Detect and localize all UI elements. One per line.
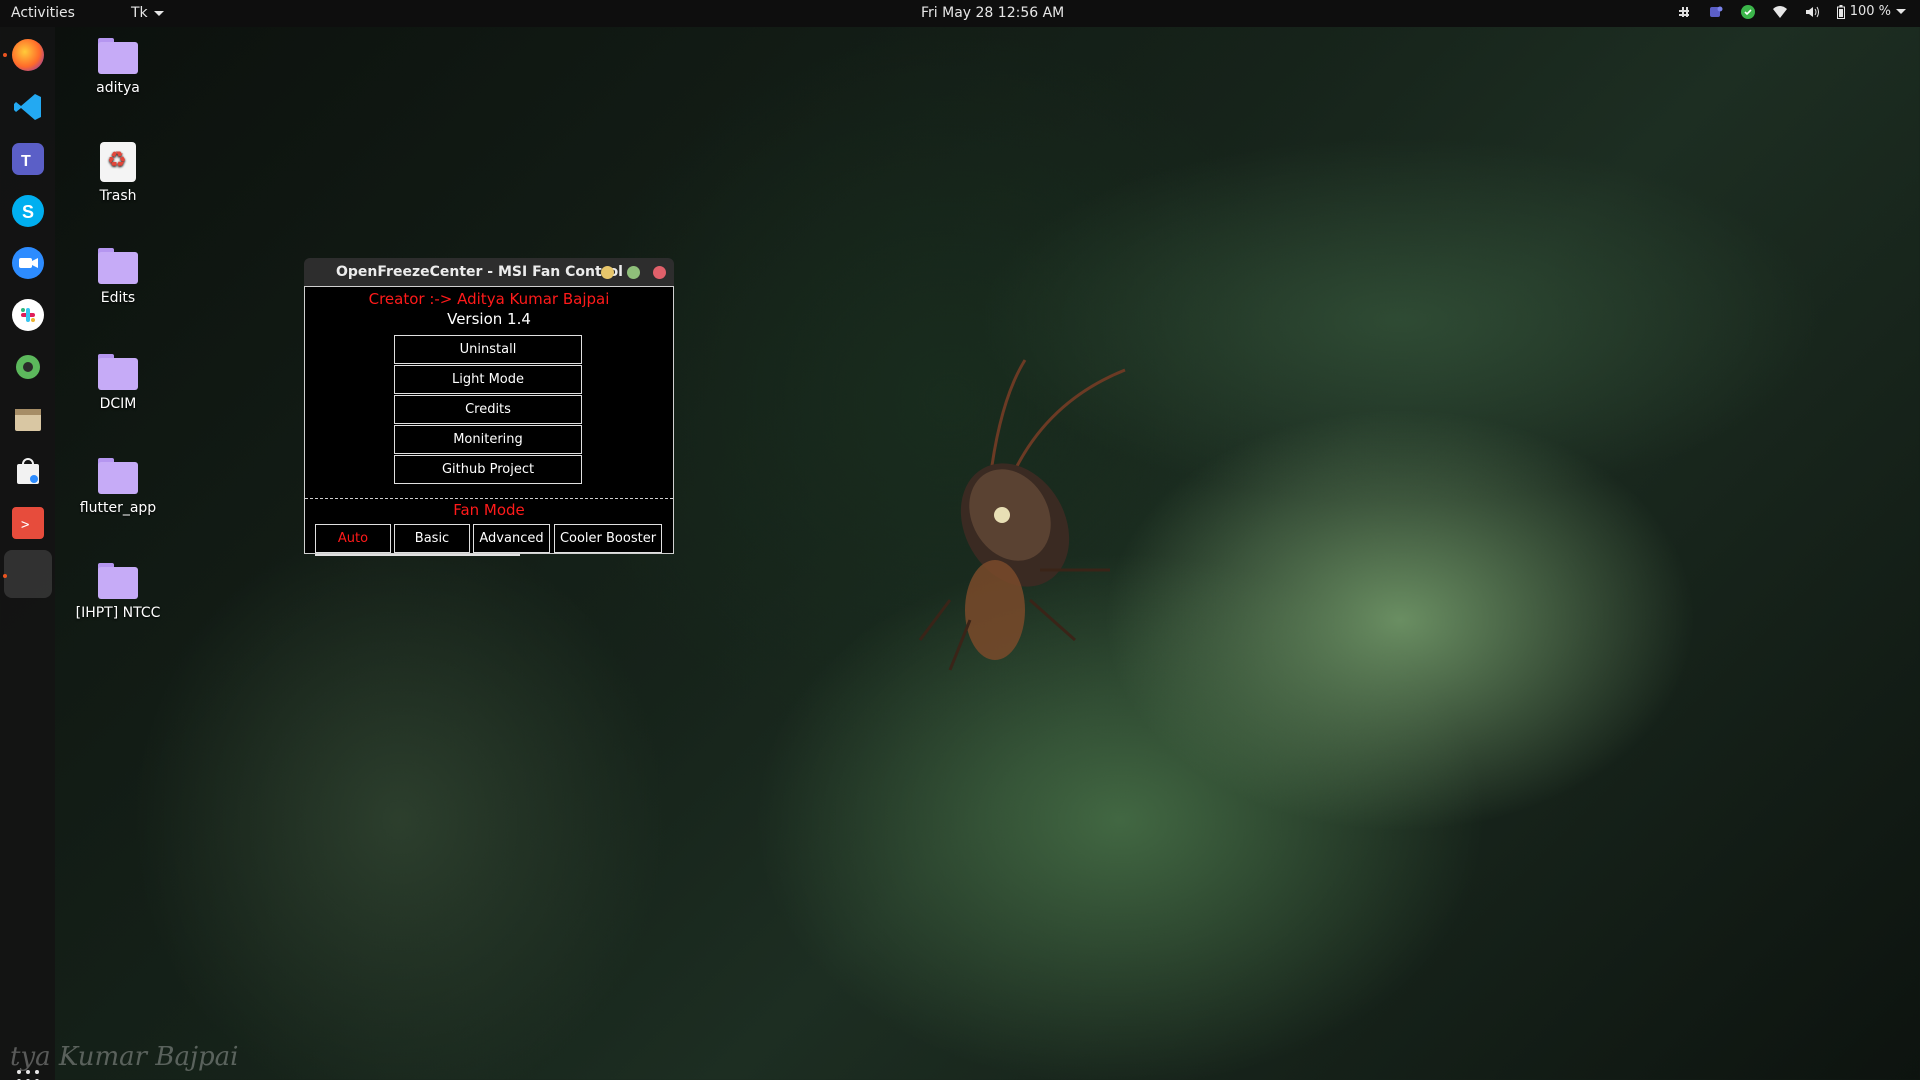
- tk-app-icon[interactable]: [4, 550, 52, 598]
- desktop-icon-ihpt-ntcc[interactable]: [IHPT] NTCC: [63, 563, 173, 621]
- window-titlebar[interactable]: OpenFreezeCenter - MSI Fan Control: [304, 258, 674, 286]
- slack-tray-icon[interactable]: [1677, 5, 1691, 19]
- mode-tab-underline: [315, 554, 520, 556]
- terminal-icon[interactable]: >: [12, 507, 44, 539]
- teams-icon[interactable]: T: [12, 143, 44, 175]
- wifi-icon[interactable]: [1772, 5, 1787, 19]
- teams-tray-icon[interactable]: [1709, 5, 1723, 19]
- window-content: Creator :-> Aditya Kumar Bajpai Version …: [304, 286, 674, 556]
- zoom-icon[interactable]: [12, 247, 44, 279]
- clock[interactable]: Fri May 28 12:56 AM: [921, 5, 1064, 21]
- svg-text:S: S: [22, 202, 34, 222]
- battery-status[interactable]: 100 %: [1836, 4, 1906, 19]
- firefox-icon[interactable]: [12, 39, 44, 71]
- chevron-down-icon: [153, 10, 164, 16]
- shield-tray-icon[interactable]: [1740, 4, 1755, 19]
- running-indicator: [3, 574, 7, 578]
- version-label: Version 1.4: [447, 310, 531, 328]
- battery-percent: 100 %: [1849, 4, 1891, 19]
- creator-label: Creator :-> Aditya Kumar Bajpai: [368, 290, 610, 308]
- files-icon[interactable]: [12, 403, 44, 435]
- uninstall-button[interactable]: Uninstall: [394, 335, 582, 364]
- desktop-icon-label: aditya: [96, 80, 140, 96]
- trash-icon: [100, 142, 136, 182]
- top-bar: Activities Tk Fri May 28 12:56 AM 100 %: [0, 0, 1920, 27]
- github-project-button[interactable]: Github Project: [394, 455, 582, 484]
- openfreezecenter-window: OpenFreezeCenter - MSI Fan Control Creat…: [304, 258, 674, 558]
- monitoring-button[interactable]: Monitering: [394, 425, 582, 454]
- vscode-icon[interactable]: [12, 91, 44, 123]
- light-mode-button[interactable]: Light Mode: [394, 365, 582, 394]
- home-folder-icon: [98, 38, 138, 74]
- divider: [305, 498, 673, 499]
- desktop-icon-label: Trash: [99, 188, 137, 204]
- desktop-icon-edits[interactable]: Edits: [63, 248, 173, 306]
- mode-auto-button[interactable]: Auto: [315, 524, 391, 553]
- app-menu[interactable]: Tk: [131, 5, 164, 21]
- minimize-button[interactable]: [601, 266, 614, 279]
- battery-icon: [1836, 4, 1845, 19]
- folder-icon: [98, 354, 138, 390]
- desktop-icon-trash[interactable]: Trash: [63, 142, 173, 204]
- slack-icon[interactable]: [12, 299, 44, 331]
- desktop-icon-label: flutter_app: [79, 500, 157, 516]
- credits-button[interactable]: Credits: [394, 395, 582, 424]
- chevron-down-icon: [1896, 9, 1906, 14]
- svg-text:>: >: [21, 517, 29, 533]
- mode-cooler-booster-button[interactable]: Cooler Booster: [554, 524, 662, 553]
- software-icon[interactable]: [12, 455, 44, 487]
- wallpaper-watermark: tya Kumar Bajpai: [10, 1042, 239, 1072]
- volume-icon[interactable]: [1805, 5, 1819, 19]
- beetle-wallpaper-image: [918, 359, 1126, 671]
- system-tray[interactable]: 100 %: [1677, 4, 1906, 19]
- mode-basic-button[interactable]: Basic: [394, 524, 470, 553]
- app-menu-label: Tk: [131, 5, 148, 21]
- skype-icon[interactable]: S: [12, 195, 44, 227]
- desktop-icon-label: Edits: [100, 290, 136, 306]
- settings-icon[interactable]: [12, 351, 44, 383]
- desktop-icon-aditya[interactable]: aditya: [63, 38, 173, 96]
- desktop-icon-dcim[interactable]: DCIM: [63, 354, 173, 412]
- desktop-icon-label: [IHPT] NTCC: [75, 605, 161, 621]
- folder-icon: [98, 563, 138, 599]
- mode-advanced-button[interactable]: Advanced: [473, 524, 550, 553]
- dock: T S >: [0, 27, 55, 1080]
- desktop-icon-label: DCIM: [99, 396, 137, 412]
- window-title: OpenFreezeCenter - MSI Fan Control: [336, 264, 623, 280]
- maximize-button[interactable]: [627, 266, 640, 279]
- close-button[interactable]: [653, 266, 666, 279]
- running-indicator: [3, 53, 7, 57]
- activities-button[interactable]: Activities: [11, 5, 75, 21]
- desktop-icon-flutter-app[interactable]: flutter_app: [63, 458, 173, 516]
- folder-icon: [98, 248, 138, 284]
- svg-text:T: T: [21, 153, 31, 170]
- folder-icon: [98, 458, 138, 494]
- fan-mode-label: Fan Mode: [453, 501, 525, 519]
